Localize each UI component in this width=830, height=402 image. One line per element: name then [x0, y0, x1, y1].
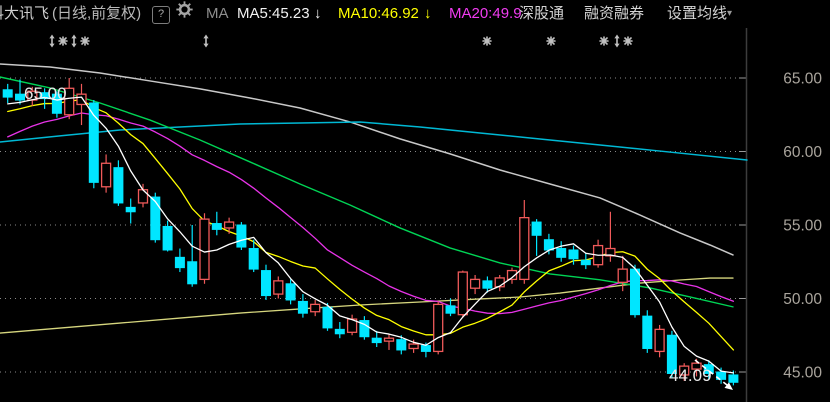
candle-down — [580, 259, 591, 266]
margin-trading-button[interactable]: 融资融券 — [584, 0, 644, 28]
candle-down — [482, 280, 493, 289]
ma5-line — [7, 96, 735, 374]
candle-down — [445, 305, 456, 314]
star-marker-icon — [482, 36, 492, 46]
ma5-down-arrow-icon: ↓ — [314, 5, 322, 22]
candle-up — [223, 221, 235, 229]
candle-up — [310, 303, 321, 313]
candle-up — [433, 303, 444, 353]
candle-up — [469, 278, 481, 289]
candle-up — [383, 337, 395, 342]
ma-prefix-label: MA — [206, 5, 229, 22]
gear-icon[interactable] — [176, 0, 193, 28]
candle-up — [617, 268, 628, 283]
candle-down — [568, 249, 579, 260]
candle-up — [457, 271, 468, 316]
candle-down — [642, 315, 653, 349]
candle-up — [199, 218, 210, 281]
y-axis-label: 55.00 — [783, 218, 822, 235]
candle-up — [654, 328, 665, 353]
shen-gu-tong-button[interactable]: 深股通 — [519, 0, 564, 28]
candle-up — [273, 280, 284, 295]
ma5-readout: MA5:45.23 — [237, 5, 310, 22]
updown-arrow-marker-icon — [71, 34, 77, 48]
updown-arrow-marker-icon — [203, 34, 209, 48]
candle-down — [420, 345, 431, 352]
candle-down — [187, 261, 198, 285]
ma-line-cyan — [0, 121, 748, 161]
candle-down — [236, 224, 247, 248]
ma10-readout: MA10:46.92 — [338, 5, 419, 22]
candle-down — [162, 225, 173, 251]
star-marker-icon — [80, 36, 90, 46]
candle-down — [125, 206, 136, 213]
candle-down — [322, 306, 333, 329]
help-button[interactable]: ? — [152, 6, 170, 24]
y-axis-label: 60.00 — [783, 144, 822, 161]
star-marker-icon — [58, 36, 68, 46]
candle-down — [556, 248, 567, 258]
candle-down — [543, 239, 554, 251]
star-marker-icon — [623, 36, 633, 46]
chevron-down-icon: ▾ — [727, 8, 733, 19]
candle-down — [630, 268, 640, 316]
candle-down — [334, 328, 345, 335]
y-axis-label: 50.00 — [783, 291, 822, 308]
candle-down — [150, 196, 161, 241]
candle-down — [2, 89, 13, 98]
candle-down — [174, 256, 185, 269]
star-marker-icon — [599, 36, 609, 46]
candle-down — [297, 300, 308, 314]
candle-down — [531, 221, 542, 236]
ma-line-gray — [0, 63, 734, 256]
stock-name: 科大讯飞 — [0, 5, 50, 22]
chart-mode-label: (日线,前复权) — [52, 5, 142, 22]
candle-down — [728, 374, 739, 383]
candle-down — [285, 283, 296, 301]
candle-down — [211, 223, 222, 230]
updown-arrow-marker-icon — [614, 34, 620, 48]
candle-down — [248, 248, 259, 270]
y-axis-label: 65.00 — [783, 71, 822, 88]
candle-up — [408, 343, 419, 350]
star-marker-icon — [546, 36, 556, 46]
ma-settings-button[interactable]: 设置均线 — [667, 0, 727, 28]
high-price-label: 65.00 — [24, 84, 67, 103]
chart-toolbar: 科大讯飞 (日线,前复权) ? MA MA5:45.23 ↓ MA10:46.9… — [0, 0, 830, 28]
candle-up — [100, 162, 112, 188]
ma20-readout: MA20:49.9 — [449, 5, 522, 22]
candlestick-chart[interactable]: 65.0060.0055.0050.0045.0065.0044.09 — [0, 0, 830, 402]
candle-down — [261, 270, 271, 297]
y-axis-label: 45.00 — [783, 365, 822, 382]
candle-down — [396, 339, 407, 351]
candle-down — [113, 167, 124, 204]
candle-up — [137, 189, 149, 204]
stock-chart-window: 科大讯飞 (日线,前复权) ? MA MA5:45.23 ↓ MA10:46.9… — [0, 0, 830, 402]
candle-down — [371, 337, 382, 344]
ma10-down-arrow-icon: ↓ — [424, 5, 432, 22]
updown-arrow-marker-icon — [49, 34, 55, 48]
